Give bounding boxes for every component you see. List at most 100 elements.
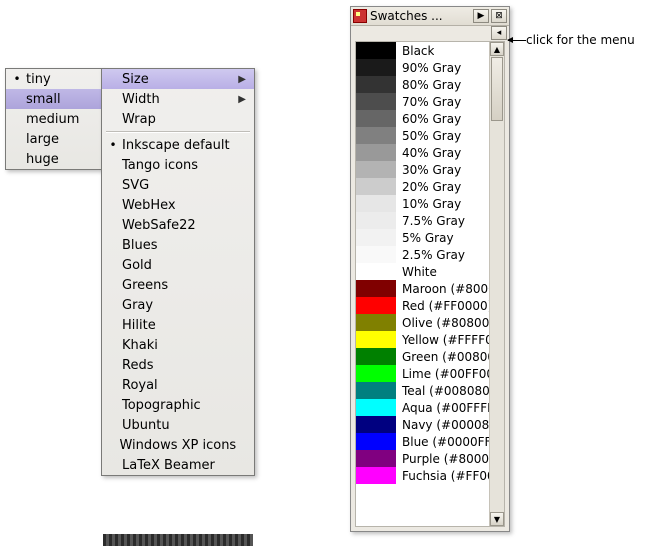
menu-item-label: LaTeX Beamer — [120, 458, 234, 473]
menu-item-gold[interactable]: Gold — [102, 255, 254, 275]
menu-item-size[interactable]: Size▶ — [102, 69, 254, 89]
swatch-row[interactable]: Aqua (#00FFFF) — [356, 399, 489, 416]
rollup-button[interactable]: ▶ — [473, 9, 489, 23]
swatch-chip[interactable] — [356, 382, 396, 399]
swatch-chip[interactable] — [356, 144, 396, 161]
swatch-row[interactable]: White — [356, 263, 489, 280]
scroll-up-button[interactable]: ▲ — [490, 42, 504, 56]
menu-item-websafe22[interactable]: WebSafe22 — [102, 215, 254, 235]
swatch-row[interactable]: Blue (#0000FF) — [356, 433, 489, 450]
swatch-chip[interactable] — [356, 416, 396, 433]
menu-item-tango-icons[interactable]: Tango icons — [102, 155, 254, 175]
swatch-row[interactable]: Yellow (#FFFF00) — [356, 331, 489, 348]
swatch-name: Fuchsia (#FF00FF) — [396, 469, 489, 483]
menu-item-label: Gold — [120, 258, 234, 273]
swatch-chip[interactable] — [356, 42, 396, 59]
swatch-chip[interactable] — [356, 178, 396, 195]
swatch-chip[interactable] — [356, 467, 396, 484]
swatch-chip[interactable] — [356, 212, 396, 229]
swatches-body: Black90% Gray80% Gray70% Gray60% Gray 50%… — [355, 41, 505, 527]
menu-item-gray[interactable]: Gray — [102, 295, 254, 315]
swatch-row[interactable]: 60% Gray — [356, 110, 489, 127]
menu-item-webhex[interactable]: WebHex — [102, 195, 254, 215]
swatch-chip[interactable] — [356, 297, 396, 314]
menu-item-khaki[interactable]: Khaki — [102, 335, 254, 355]
swatch-row[interactable]: 2.5% Gray — [356, 246, 489, 263]
taskbar-fragment — [103, 534, 253, 546]
menu-item-svg[interactable]: SVG — [102, 175, 254, 195]
swatches-titlebar[interactable]: Swatches ... ▶ ⊠ — [351, 7, 509, 26]
swatch-row[interactable]: Purple (#800080) — [356, 450, 489, 467]
swatch-row[interactable]: Red (#FF0000) — [356, 297, 489, 314]
swatch-chip[interactable] — [356, 110, 396, 127]
swatch-chip[interactable] — [356, 263, 396, 280]
swatches-menu-strip: ◂ — [351, 26, 509, 40]
swatch-chip[interactable] — [356, 195, 396, 212]
swatch-row[interactable]: Navy (#000080) — [356, 416, 489, 433]
swatch-name: 40% Gray — [396, 146, 461, 160]
swatch-chip[interactable] — [356, 161, 396, 178]
swatch-row[interactable]: 90% Gray — [356, 59, 489, 76]
menu-item-blues[interactable]: Blues — [102, 235, 254, 255]
menu-item-label: Width — [120, 92, 234, 107]
menu-item-label: Inkscape default — [120, 138, 234, 153]
menu-item-label: Blues — [120, 238, 234, 253]
swatch-row[interactable]: Lime (#00FF00) — [356, 365, 489, 382]
close-button[interactable]: ⊠ — [491, 9, 507, 23]
scroll-thumb[interactable] — [491, 57, 503, 121]
swatch-chip[interactable] — [356, 76, 396, 93]
menu-item-reds[interactable]: Reds — [102, 355, 254, 375]
swatch-row[interactable]: 50% Gray — [356, 127, 489, 144]
menu-item-hilite[interactable]: Hilite — [102, 315, 254, 335]
swatch-name: Purple (#800080) — [396, 452, 489, 466]
swatch-chip[interactable] — [356, 365, 396, 382]
swatch-chip[interactable] — [356, 229, 396, 246]
swatch-row[interactable]: Maroon (#800000) — [356, 280, 489, 297]
swatch-chip[interactable] — [356, 433, 396, 450]
menu-item-windows-xp-icons[interactable]: Windows XP icons — [102, 435, 254, 455]
swatch-row[interactable]: 70% Gray — [356, 93, 489, 110]
swatch-chip[interactable] — [356, 93, 396, 110]
swatch-chip[interactable] — [356, 246, 396, 263]
swatch-row[interactable]: Olive (#808000) — [356, 314, 489, 331]
menu-item-wrap[interactable]: Wrap — [102, 109, 254, 129]
swatch-chip[interactable] — [356, 450, 396, 467]
swatch-chip[interactable] — [356, 314, 396, 331]
swatch-name: Navy (#000080) — [396, 418, 489, 432]
bullet-icon: • — [106, 138, 120, 152]
menu-item-label: WebSafe22 — [120, 218, 234, 233]
swatch-name: 5% Gray — [396, 231, 454, 245]
swatch-row[interactable]: Fuchsia (#FF00FF) — [356, 467, 489, 484]
swatch-chip[interactable] — [356, 331, 396, 348]
swatch-row[interactable]: Green (#008000) — [356, 348, 489, 365]
menu-item-width[interactable]: Width▶ — [102, 89, 254, 109]
menu-item-inkscape-default[interactable]: •Inkscape default — [102, 135, 254, 155]
swatch-row[interactable]: 30% Gray — [356, 161, 489, 178]
swatches-menu-button[interactable]: ◂ — [491, 26, 507, 40]
swatch-name: 50% Gray — [396, 129, 461, 143]
menu-item-royal[interactable]: Royal — [102, 375, 254, 395]
swatch-row[interactable]: Black — [356, 42, 489, 59]
menu-item-greens[interactable]: Greens — [102, 275, 254, 295]
swatch-row[interactable]: 10% Gray — [356, 195, 489, 212]
menu-item-latex-beamer[interactable]: LaTeX Beamer — [102, 455, 254, 475]
swatch-row[interactable]: 40% Gray — [356, 144, 489, 161]
swatch-row[interactable]: 5% Gray — [356, 229, 489, 246]
swatch-row[interactable]: 20% Gray — [356, 178, 489, 195]
close-icon: ⊠ — [495, 12, 503, 21]
swatches-scrollbar[interactable]: ▲ ▼ — [489, 42, 504, 526]
swatch-row[interactable]: Teal (#008080) — [356, 382, 489, 399]
annotation-arrow — [508, 40, 526, 41]
swatch-chip[interactable] — [356, 399, 396, 416]
swatch-name: Olive (#808000) — [396, 316, 489, 330]
scroll-down-button[interactable]: ▼ — [490, 512, 504, 526]
swatch-chip[interactable] — [356, 127, 396, 144]
menu-item-ubuntu[interactable]: Ubuntu — [102, 415, 254, 435]
submenu-arrow-icon: ▶ — [234, 94, 246, 105]
swatch-chip[interactable] — [356, 59, 396, 76]
swatch-row[interactable]: 80% Gray — [356, 76, 489, 93]
swatch-chip[interactable] — [356, 348, 396, 365]
swatch-row[interactable]: 7.5% Gray — [356, 212, 489, 229]
swatch-chip[interactable] — [356, 280, 396, 297]
menu-item-topographic[interactable]: Topographic — [102, 395, 254, 415]
